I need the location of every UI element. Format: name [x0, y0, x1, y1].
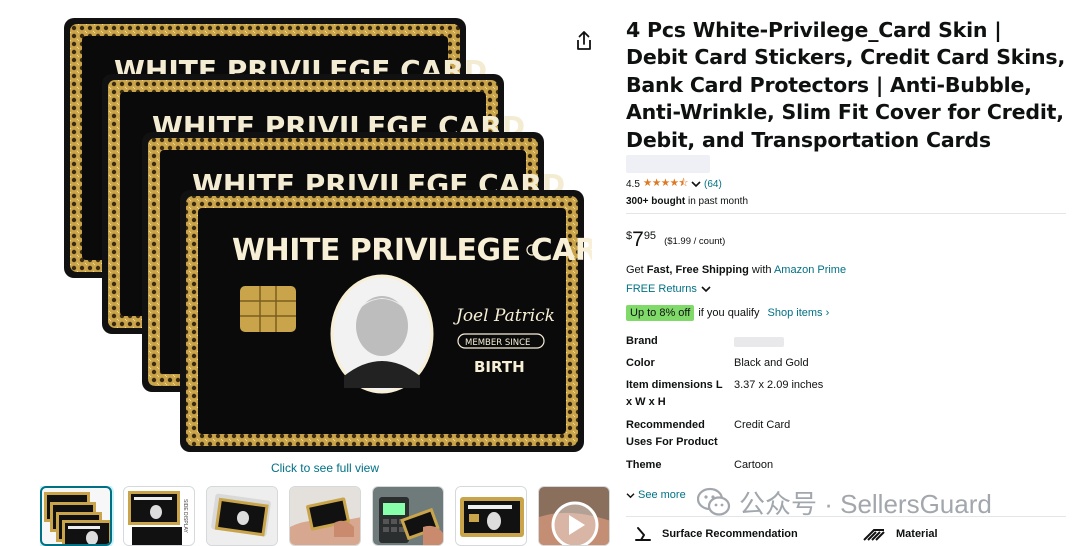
wechat-watermark: 公众号 · SellersGuard — [697, 482, 992, 522]
thumbnail-card-single[interactable] — [455, 486, 527, 546]
see-full-view-link[interactable]: Click to see full view — [0, 461, 650, 475]
price-fraction: 95 — [643, 230, 657, 242]
surface-recommendation-icon — [635, 527, 651, 541]
spec-value: Credit Card — [734, 419, 791, 431]
feature-label: Material — [896, 528, 938, 540]
thumbnail-strip: SIDE DISPLAY — [40, 486, 610, 546]
thumbnail-card-pos[interactable] — [372, 486, 444, 546]
thumbnail-card-stack[interactable] — [40, 486, 112, 546]
card-signature: Joel Patrick — [453, 306, 555, 326]
chevron-down-icon — [626, 492, 635, 498]
rating-count-link[interactable]: (64) — [704, 179, 722, 190]
chevron-down-icon — [701, 286, 711, 293]
spec-value-redacted — [734, 333, 784, 353]
bought-period: in past month — [685, 196, 748, 207]
free-returns-label: FREE Returns — [626, 283, 697, 295]
price-block: $ 7 95 ($1.99 / count) — [626, 228, 725, 252]
offer-badge: Up to 8% off — [626, 305, 695, 321]
image-gallery: WHITE PRIVILEGE CARD WHITE PRIVILEGE CAR… — [0, 0, 610, 546]
shipping-middle: with — [748, 264, 774, 276]
rating-row[interactable]: 4.5 ★★★★⯪ (64) — [626, 177, 722, 191]
product-info: 4 Pcs White-Privilege_Card Skin | Debit … — [626, 0, 1080, 546]
free-returns-link[interactable]: FREE Returns — [626, 283, 711, 295]
store-link-redacted[interactable] — [626, 155, 710, 173]
price-currency: $ — [626, 230, 633, 242]
feature-material: Material — [862, 526, 938, 542]
shipping-bold: Fast, Free Shipping — [646, 264, 749, 276]
bought-count: 300+ bought — [626, 196, 686, 207]
share-icon[interactable] — [574, 30, 594, 52]
amazon-prime-link[interactable]: Amazon Prime — [774, 264, 846, 276]
divider — [626, 213, 1066, 214]
see-more-label: See more — [638, 489, 686, 501]
star-rating-icon[interactable]: ★★★★⯪ — [643, 175, 689, 193]
spec-label: Brand — [626, 335, 658, 347]
product-title: 4 Pcs White-Privilege_Card Skin | Debit … — [626, 18, 1066, 152]
feature-label: Surface Recommendation — [662, 528, 798, 540]
card-text-front: WHITE PRIVILEGE CARD — [232, 233, 592, 268]
spec-label: Recommended Uses For Product — [626, 419, 718, 448]
thumbnail-card-display[interactable]: SIDE DISPLAY — [123, 486, 195, 546]
see-more-link[interactable]: See more — [626, 489, 686, 501]
spec-value: Black and Gold — [734, 357, 809, 369]
wechat-icon — [697, 487, 731, 516]
offer-row: Up to 8% off if you qualify Shop items › — [626, 305, 829, 321]
shop-items-link[interactable]: Shop items › — [768, 307, 830, 319]
thumbnail-video[interactable] — [538, 486, 610, 546]
bought-in-past-month: 300+ bought in past month — [626, 196, 748, 207]
card-ribbon: MEMBER SINCE — [465, 338, 530, 348]
svg-text:SIDE DISPLAY: SIDE DISPLAY — [182, 499, 188, 533]
spec-value: 3.37 x 2.09 inches — [734, 379, 824, 391]
shipping-info: Get Fast, Free Shipping with Amazon Prim… — [626, 264, 846, 276]
spec-value: Cartoon — [734, 459, 774, 471]
thumbnail-card-sticker[interactable] — [206, 486, 278, 546]
rating-value: 4.5 — [626, 178, 640, 190]
watermark-text: 公众号 · SellersGuard — [739, 488, 992, 519]
price-whole: 7 — [632, 228, 644, 251]
unit-price: ($1.99 / count) — [664, 236, 726, 247]
card-birth: BIRTH — [474, 358, 525, 376]
spec-label: Theme — [626, 459, 662, 471]
material-icon — [863, 529, 885, 541]
thumbnail-card-hand[interactable] — [289, 486, 361, 546]
main-product-image[interactable]: WHITE PRIVILEGE CARD WHITE PRIVILEGE CAR… — [62, 16, 592, 458]
feature-surface-recommendation: Surface Recommendation — [634, 526, 798, 542]
spec-label: Item dimensions L x W x H — [626, 379, 723, 408]
spec-label: Color — [626, 357, 655, 369]
offer-text: if you qualify — [698, 307, 760, 319]
shipping-prefix: Get — [626, 264, 647, 276]
chevron-down-icon[interactable] — [691, 180, 701, 188]
